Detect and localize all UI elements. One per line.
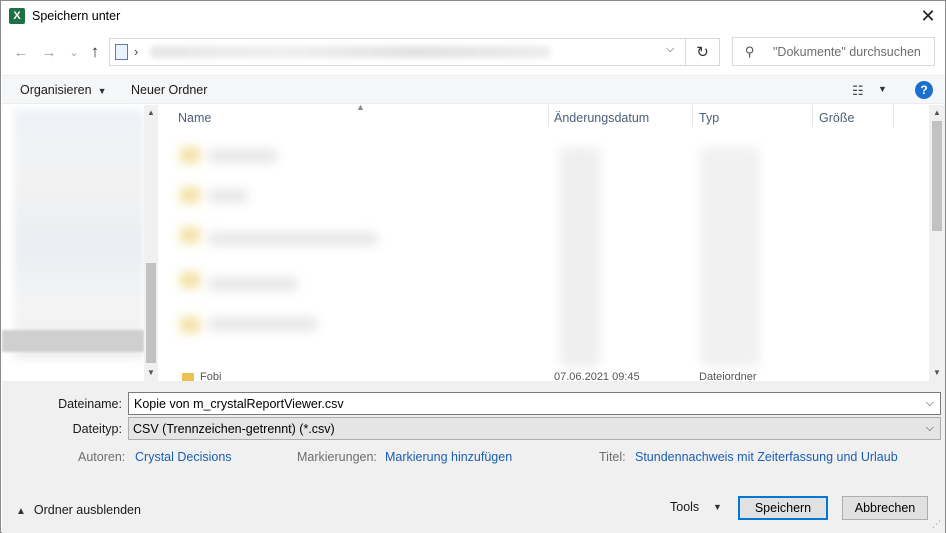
column-divider[interactable]: [893, 105, 894, 129]
filename-label: Dateiname:: [58, 397, 122, 411]
sort-ascending-icon: ▲: [356, 102, 365, 112]
excel-icon: X: [9, 8, 25, 24]
caret-down-icon: ▼: [97, 86, 107, 96]
breadcrumb-chevron-icon: ›: [134, 44, 139, 59]
arrow-up-icon: ↑: [90, 42, 100, 61]
tags-field[interactable]: Markierung hinzufügen: [385, 450, 512, 464]
save-as-dialog: X Speichern unter ✕ ← → ⌄ ↑ › ⌵ ↻ ⚲ "Dok…: [0, 0, 946, 533]
filename-value: Kopie von m_crystalReportViewer.csv: [134, 397, 344, 411]
navigation-tree-obscured: [14, 109, 144, 359]
column-header-size[interactable]: Größe: [819, 111, 854, 125]
navigation-pane[interactable]: ▲ ▼: [2, 105, 159, 381]
back-button[interactable]: ←: [10, 41, 32, 63]
hide-folders-label: Ordner ausblenden: [33, 503, 141, 517]
column-divider[interactable]: [812, 105, 813, 129]
chevron-down-icon[interactable]: ⌵: [926, 422, 934, 435]
scrollbar-thumb[interactable]: [146, 263, 156, 363]
view-options-icon[interactable]: ☷: [852, 83, 864, 99]
tags-label: Markierungen:: [297, 450, 377, 464]
chevron-down-icon: ⌄: [69, 46, 79, 59]
address-dropdown-icon[interactable]: ⌵: [666, 43, 674, 56]
hide-folders-button[interactable]: ▲ Ordner ausblenden: [16, 503, 141, 517]
arrow-left-icon: ←: [13, 43, 29, 61]
navigation-scrollbar[interactable]: ▲ ▼: [144, 105, 158, 381]
search-box[interactable]: ⚲ "Dokumente" durchsuchen: [732, 37, 935, 66]
chevron-down-icon[interactable]: ⌵: [926, 397, 934, 410]
breadcrumb-path-obscured: [150, 46, 550, 58]
save-button[interactable]: Speichern: [738, 496, 828, 520]
view-caret-icon[interactable]: ▼: [878, 84, 887, 94]
file-rows-obscured: [170, 127, 925, 375]
scroll-up-icon[interactable]: ▲: [147, 108, 155, 117]
search-placeholder: "Dokumente" durchsuchen: [773, 45, 921, 59]
documents-icon: [115, 44, 128, 60]
scroll-up-icon[interactable]: ▲: [933, 108, 941, 117]
recent-locations-button[interactable]: ⌄: [63, 41, 85, 63]
resize-grip-icon[interactable]: ⋰: [932, 519, 941, 530]
address-bar[interactable]: › ⌵: [109, 38, 686, 66]
command-bar: Organisieren ▼ Neuer Ordner ☷ ▼ ?: [2, 75, 945, 104]
scrollbar-thumb[interactable]: [932, 121, 942, 231]
refresh-icon: ↻: [696, 44, 709, 61]
title-field[interactable]: Stundennachweis mit Zeiterfassung und Ur…: [635, 450, 898, 464]
scroll-down-icon[interactable]: ▼: [147, 368, 155, 377]
column-header-name[interactable]: Name: [178, 111, 211, 125]
up-button[interactable]: ↑: [84, 41, 106, 63]
filetype-select[interactable]: CSV (Trennzeichen-getrennt) (*.csv) ⌵: [128, 417, 941, 440]
search-icon: ⚲: [745, 44, 755, 59]
column-header-date[interactable]: Änderungsdatum: [554, 111, 649, 125]
file-list-scrollbar[interactable]: ▲ ▼: [929, 105, 945, 381]
column-divider[interactable]: [692, 105, 693, 129]
authors-label: Autoren:: [78, 450, 126, 464]
tools-button[interactable]: Tools: [670, 500, 699, 514]
arrow-right-icon: →: [41, 43, 57, 61]
tools-caret-icon[interactable]: ▼: [713, 502, 722, 512]
close-button[interactable]: ✕: [911, 1, 945, 31]
organize-label: Organisieren: [20, 83, 92, 97]
filetype-label: Dateityp:: [72, 422, 122, 436]
caret-up-icon: ▲: [16, 506, 26, 517]
navigation-selected-item[interactable]: [2, 330, 144, 352]
filename-input[interactable]: Kopie von m_crystalReportViewer.csv ⌵: [128, 392, 941, 415]
close-icon: ✕: [920, 5, 936, 26]
filetype-value: CSV (Trennzeichen-getrennt) (*.csv): [133, 422, 335, 436]
forward-button[interactable]: →: [38, 41, 60, 63]
dialog-title: Speichern unter: [32, 9, 121, 23]
new-folder-button[interactable]: Neuer Ordner: [131, 83, 207, 97]
column-divider[interactable]: [548, 105, 549, 129]
organize-button[interactable]: Organisieren ▼: [20, 83, 107, 97]
column-header-type[interactable]: Typ: [699, 111, 719, 125]
file-list[interactable]: ▲ Name Änderungsdatum Typ Größe Fobi 07.…: [162, 102, 945, 383]
help-icon[interactable]: ?: [915, 81, 933, 99]
save-options-panel: Dateiname: Kopie von m_crystalReportView…: [2, 381, 945, 533]
title-bar: X Speichern unter ✕: [1, 1, 945, 32]
scroll-down-icon[interactable]: ▼: [933, 368, 941, 377]
cancel-button[interactable]: Abbrechen: [842, 496, 928, 520]
authors-field[interactable]: Crystal Decisions: [135, 450, 232, 464]
title-label: Titel:: [599, 450, 626, 464]
refresh-button[interactable]: ↻: [686, 38, 720, 66]
